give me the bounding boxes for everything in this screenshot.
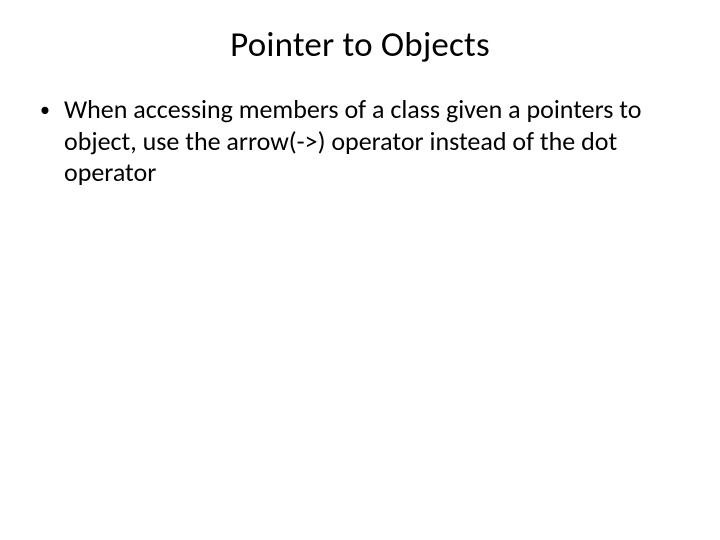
list-item: • When accessing members of a class give…	[38, 94, 674, 189]
slide-container: Pointer to Objects • When accessing memb…	[0, 0, 720, 540]
slide-body: • When accessing members of a class give…	[36, 94, 684, 189]
bullet-text: When accessing members of a class given …	[64, 94, 674, 189]
bullet-marker-icon: •	[38, 94, 64, 126]
slide-title: Pointer to Objects	[36, 24, 684, 66]
